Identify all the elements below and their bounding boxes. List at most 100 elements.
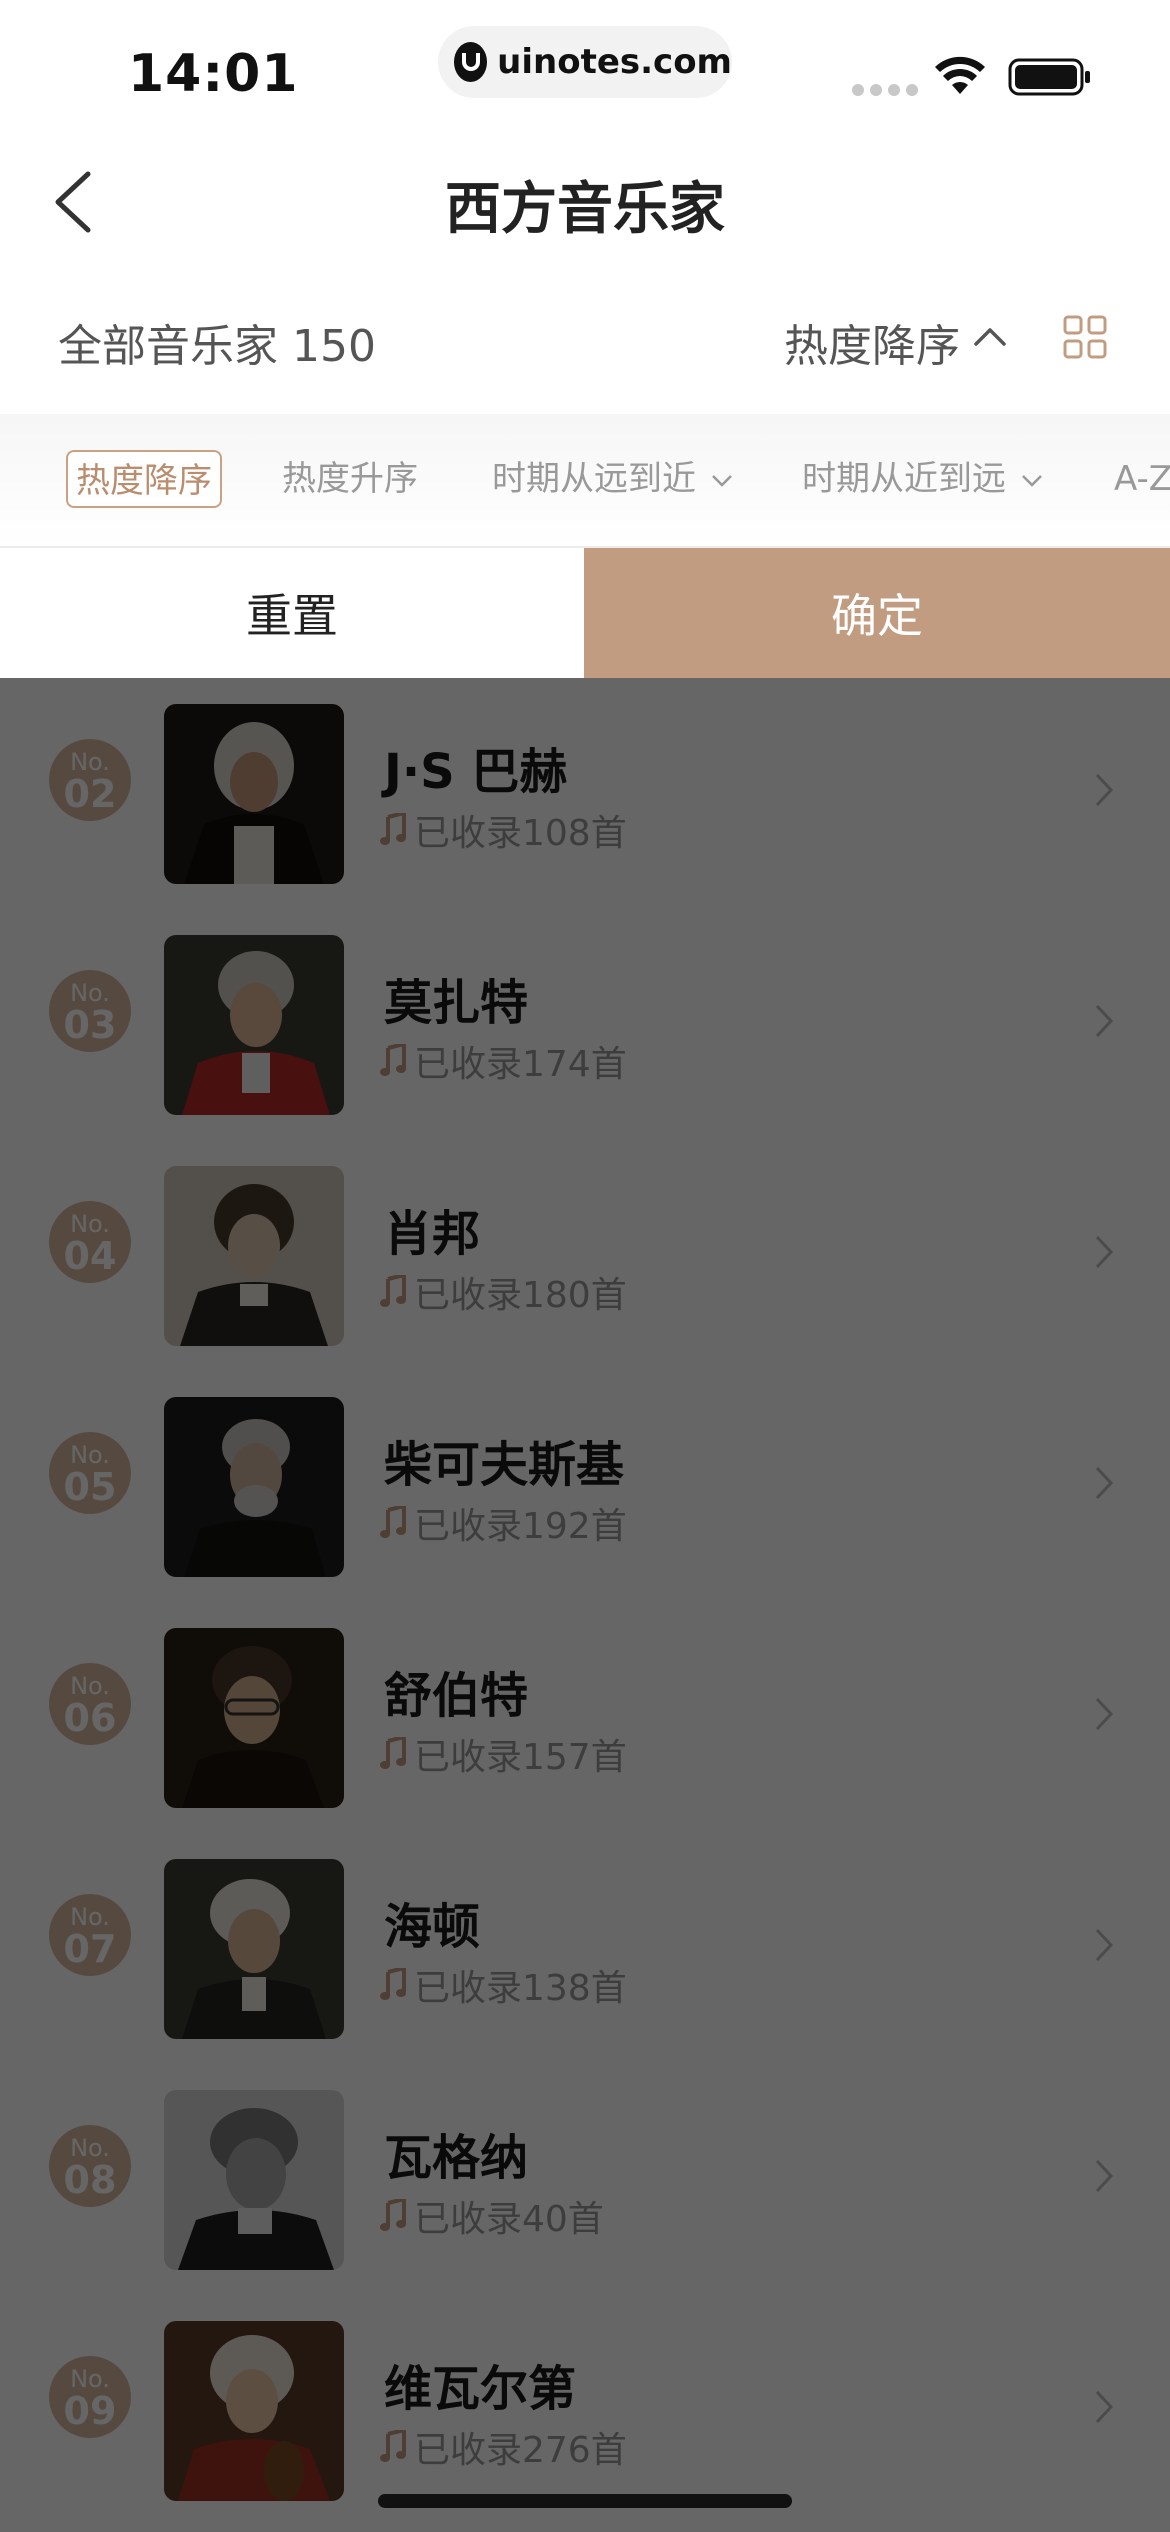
chevron-right-icon [1095,1004,1114,1038]
list-item[interactable]: No. 07 海顿 已收录138首 [0,1833,1170,2064]
musician-count: 全部音乐家 150 [58,321,376,372]
sort-dropdown[interactable]: 热度降序 [784,310,960,374]
music-note-icon [380,813,406,845]
music-note-icon [380,1275,406,1307]
chevron-right-icon [1095,1928,1114,1962]
sort-options-row: 热度降序 热度升序 时期从远到近 时期从近到远 A-Z [0,414,1170,548]
musician-name: 肖邦 [384,1206,481,1262]
chevron-right-icon [1095,1235,1114,1269]
portrait-image [164,1397,344,1577]
confirm-button[interactable]: 确定 [584,548,1170,678]
musician-name: 海顿 [384,1899,481,1955]
rank-badge: No. 07 [49,1894,131,1976]
sort-option-label: 热度升序 [282,459,418,499]
track-count-text: 已收录192首 [414,1506,627,1547]
chevron-up-icon[interactable] [972,322,1008,350]
home-indicator[interactable] [378,2494,792,2508]
sort-option-label: A-Z [1114,459,1170,499]
list-item[interactable]: No. 08 瓦格纳 已收录40首 [0,2064,1170,2295]
track-count: 已收录138首 [380,1959,627,2011]
track-count: 已收录157首 [380,1728,627,1780]
rank-badge: No. 08 [49,2125,131,2207]
screen: 14:01 uinotes.com 西方音乐家 全部音乐家 150 热度降序 热… [0,0,1170,2532]
rank-number: 02 [63,772,117,816]
cellular-signal-icon [852,84,918,96]
url-text: uinotes.com [497,42,732,82]
chevron-down-icon [1021,474,1042,487]
portrait-image [164,2090,344,2270]
chevron-right-icon [1095,1697,1114,1731]
rank-number: 08 [63,2158,117,2202]
portrait-image [164,1166,344,1346]
list-item[interactable]: No. 02 J·S 巴赫 已收录108首 [0,678,1170,909]
track-count: 已收录192首 [380,1497,627,1549]
track-count: 已收录108首 [380,804,627,856]
sort-option-label: 热度降序 [76,461,212,501]
track-count-text: 已收录138首 [414,1968,627,2009]
music-note-icon [380,1044,406,1076]
rank-badge: No. 06 [49,1663,131,1745]
portrait-image [164,704,344,884]
rank-number: 06 [63,1696,117,1740]
track-count-text: 已收录157首 [414,1737,627,1778]
rank-number: 07 [63,1927,117,1971]
musician-name: J·S 巴赫 [384,744,568,800]
wifi-icon [935,56,985,94]
sort-option-period-old-to-new[interactable]: 时期从远到近 [492,450,733,508]
sort-option-label: 时期从近到远 [802,459,1006,499]
rank-badge: No. 09 [49,2356,131,2438]
musician-name: 瓦格纳 [384,2130,529,2186]
battery-icon [1008,58,1090,96]
rank-badge: No. 05 [49,1432,131,1514]
track-count: 已收录276首 [380,2421,627,2473]
musician-name: 维瓦尔第 [384,2361,577,2417]
page-title: 西方音乐家 [445,177,725,242]
sort-option-period-new-to-old[interactable]: 时期从近到远 [802,450,1043,508]
rank-number: 09 [63,2389,117,2433]
track-count-text: 已收录276首 [414,2430,627,2471]
musician-list: No. 02 J·S 巴赫 已收录108首 No. 03 莫扎特 已收录174首… [0,678,1170,2532]
list-item[interactable]: No. 05 柴可夫斯基 已收录192首 [0,1371,1170,1602]
url-pill[interactable]: uinotes.com [438,26,732,98]
list-item[interactable]: No. 04 肖邦 已收录180首 [0,1140,1170,1371]
track-count: 已收录174首 [380,1035,627,1087]
portrait-image [164,1628,344,1808]
sort-option-popularity-desc[interactable]: 热度降序 [66,450,222,508]
chevron-right-icon [1095,1466,1114,1500]
sort-option-popularity-asc[interactable]: 热度升序 [282,450,418,508]
grid-view-icon[interactable] [1062,314,1108,360]
rank-number: 05 [63,1465,117,1509]
chevron-down-icon [711,474,732,487]
list-toolbar: 全部音乐家 150 热度降序 [0,280,1170,400]
musician-name: 柴可夫斯基 [384,1437,625,1493]
portrait-image [164,1859,344,2039]
track-count-text: 已收录174首 [414,1044,627,1085]
track-count-text: 已收录40首 [414,2199,604,2240]
portrait-image [164,935,344,1115]
list-item[interactable]: No. 03 莫扎特 已收录174首 [0,909,1170,1140]
musician-name: 莫扎特 [384,975,529,1031]
track-count-text: 已收录180首 [414,1275,627,1316]
rank-number: 03 [63,1003,117,1047]
list-item[interactable]: No. 06 舒伯特 已收录157首 [0,1602,1170,1833]
site-logo-icon [454,42,488,82]
sort-option-label: 时期从远到近 [492,459,696,499]
portrait-image [164,2321,344,2501]
rank-number: 04 [63,1234,117,1278]
rank-badge: No. 04 [49,1201,131,1283]
reset-button[interactable]: 重置 [0,548,584,678]
nav-bar: 西方音乐家 [0,140,1170,260]
chevron-right-icon [1095,773,1114,807]
filter-actions: 重置 确定 [0,548,1170,678]
track-count: 已收录40首 [380,2190,604,2242]
music-note-icon [380,2199,406,2231]
music-note-icon [380,2430,406,2462]
chevron-right-icon [1095,2159,1114,2193]
music-note-icon [380,1968,406,2000]
music-note-icon [380,1506,406,1538]
sort-option-a-z[interactable]: A-Z [1114,450,1170,508]
list-item[interactable]: No. 09 维瓦尔第 已收录276首 [0,2295,1170,2526]
rank-badge: No. 03 [49,970,131,1052]
status-bar: 14:01 uinotes.com [0,0,1170,140]
chevron-right-icon [1095,2390,1114,2424]
